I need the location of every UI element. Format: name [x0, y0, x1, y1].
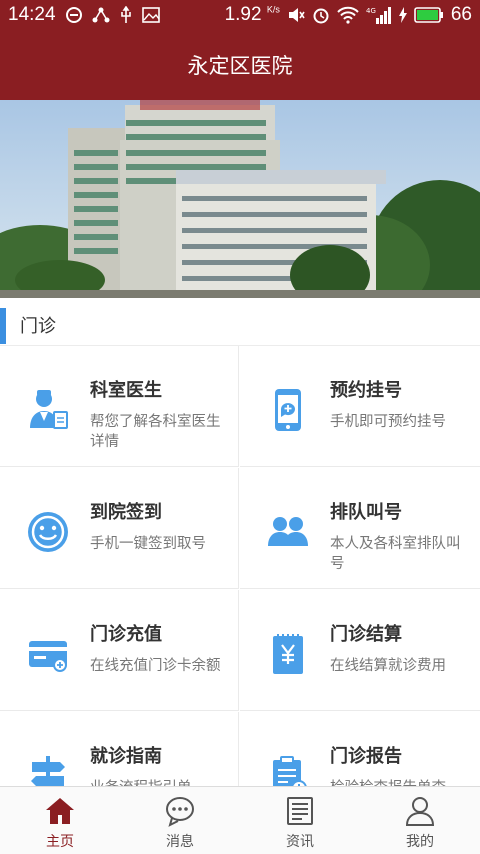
section-label: 门诊 [20, 316, 56, 337]
battery-level: 66 [450, 4, 472, 25]
tab-home[interactable]: 主页 [0, 787, 120, 854]
service-title: 科室医生 [90, 380, 162, 401]
people-queue-icon [264, 508, 312, 556]
image-icon [141, 7, 160, 23]
service-desc: 帮您了解各科室医生详情 [90, 414, 221, 450]
usb-icon [120, 6, 131, 23]
alarm-icon [313, 8, 329, 24]
service-title: 门诊充值 [90, 624, 162, 645]
battery-icon [414, 7, 443, 23]
section-header-outpatient: 门诊 [0, 300, 480, 346]
hospital-banner[interactable] [0, 100, 480, 298]
service-report[interactable]: 门诊报告 检验检查报告单查 [240, 712, 480, 786]
tab-mine[interactable]: 我的 [360, 787, 480, 854]
tab-news[interactable]: 资讯 [240, 787, 360, 854]
service-guide[interactable]: 就诊指南 业务流程指引单 [0, 712, 239, 786]
service-title: 门诊报告 [330, 746, 402, 767]
yuan-bill-icon [264, 630, 312, 678]
tab-label: 资讯 [286, 834, 314, 850]
sync-icon [65, 7, 82, 23]
bottom-tab-bar: 主页 消息 资讯 我的 [0, 786, 480, 854]
signpost-icon [24, 752, 72, 786]
status-time: 14:24 [8, 4, 56, 25]
share-icon [92, 7, 110, 23]
smile-checkin-icon [24, 508, 72, 556]
service-title: 门诊结算 [330, 624, 402, 645]
user-icon [405, 797, 435, 826]
tab-label: 消息 [166, 834, 194, 850]
tab-messages[interactable]: 消息 [120, 787, 240, 854]
app-header: 永定区医院 [0, 30, 480, 100]
service-title: 就诊指南 [90, 746, 162, 767]
service-desc: 手机即可预约挂号 [330, 414, 446, 430]
message-icon [166, 797, 194, 827]
clipboard-report-icon [264, 752, 312, 786]
signal-icon: 4G [366, 7, 391, 24]
doctor-icon [24, 386, 72, 434]
tab-label: 我的 [406, 834, 434, 850]
section-accent-bar [0, 308, 6, 344]
service-settlement[interactable]: 门诊结算 在线结算就诊费用 [240, 590, 480, 711]
service-grid: 科室医生 帮您了解各科室医生详情 预约挂号 手机即可预约挂号 到院签到 手机一键… [0, 346, 480, 786]
service-title: 预约挂号 [330, 380, 402, 401]
wifi-icon [337, 6, 359, 24]
service-desc: 在线结算就诊费用 [330, 658, 446, 674]
service-desc: 检验检查报告单查 [330, 778, 470, 786]
service-department-doctors[interactable]: 科室医生 帮您了解各科室医生详情 [0, 346, 239, 467]
service-desc: 本人及各科室排队叫号 [330, 536, 461, 572]
phone-appointment-icon [264, 386, 312, 434]
service-appointment[interactable]: 预约挂号 手机即可预约挂号 [240, 346, 480, 467]
service-recharge[interactable]: 门诊充值 在线充值门诊卡余额 [0, 590, 239, 711]
tab-label: 主页 [46, 834, 74, 850]
svg-text:4G: 4G [366, 7, 376, 15]
status-bar: 14:24 1.92 K/s 4G 66 [0, 0, 480, 30]
service-title: 排队叫号 [330, 502, 402, 523]
service-checkin[interactable]: 到院签到 手机一键签到取号 [0, 468, 239, 589]
network-speed: 1.92 K/s [224, 4, 280, 25]
news-icon [287, 797, 313, 825]
charging-icon [398, 7, 407, 23]
service-desc: 在线充值门诊卡余额 [90, 658, 221, 674]
mute-icon [288, 8, 305, 22]
service-queue[interactable]: 排队叫号 本人及各科室排队叫号 [240, 468, 480, 589]
page-title: 永定区医院 [187, 54, 293, 78]
service-desc: 手机一键签到取号 [90, 536, 206, 552]
hospital-building-image [0, 100, 480, 298]
service-desc: 业务流程指引单 [90, 778, 230, 786]
service-title: 到院签到 [90, 502, 162, 523]
card-recharge-icon [24, 630, 72, 678]
home-icon [46, 798, 74, 824]
